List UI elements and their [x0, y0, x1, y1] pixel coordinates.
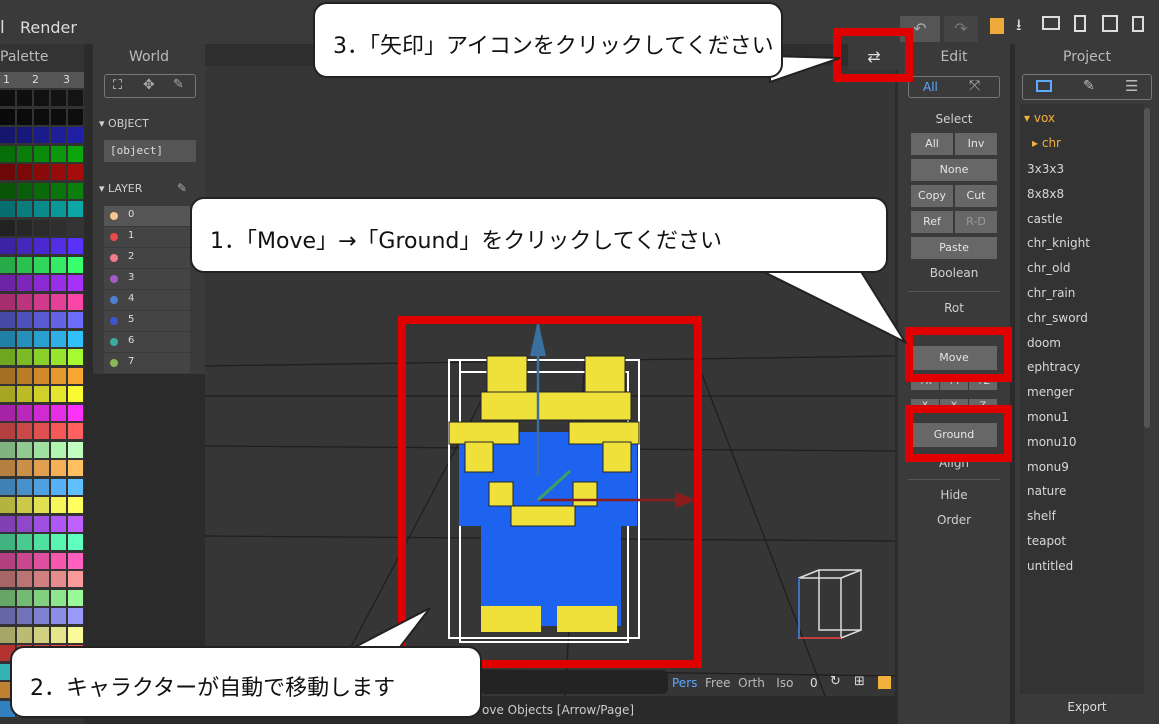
callout-tails: [329, 54, 908, 661]
callout-step3: 3．「矢印」アイコンをクリックしてください: [313, 2, 783, 78]
callout-step1: 1．「Move」→「Ground」をクリックしてください: [190, 197, 888, 273]
callout-step2: 2．キャラクターが自動で移動します: [10, 646, 482, 718]
